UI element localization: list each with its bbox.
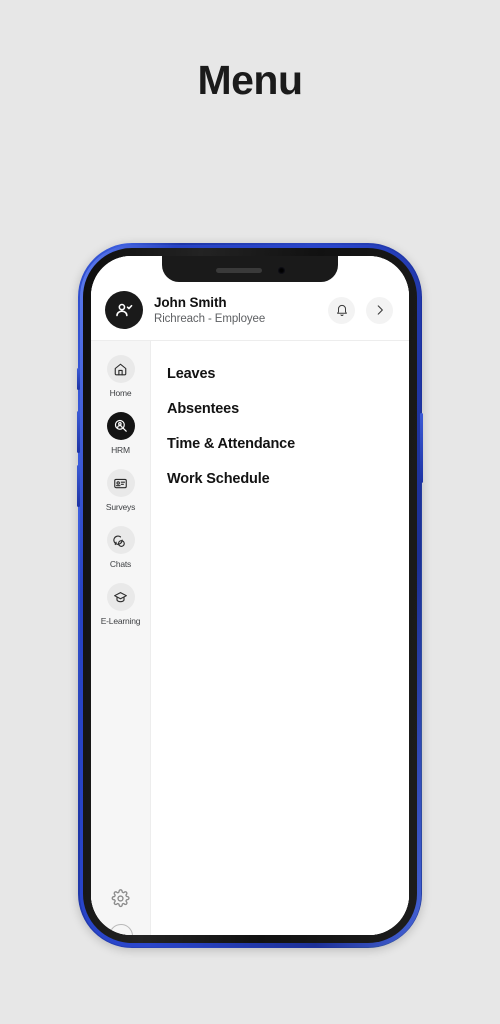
power-button[interactable] [420,413,423,483]
sidebar-label-surveys: Surveys [105,502,136,512]
volume-down-button[interactable] [77,465,80,507]
silent-switch[interactable] [77,368,80,390]
sidebar-footer [91,889,150,935]
sidebar-label-hrm: HRM [111,445,130,455]
home-icon [113,362,128,377]
sidebar-item-chats[interactable]: Chats [91,526,150,569]
sidebar-label-home: Home [109,388,132,398]
front-camera-icon [277,266,285,274]
menu-item-absentees[interactable]: Absentees [167,392,409,427]
phone-mockup: John Smith Richreach - Employee Home HRM… [77,243,423,948]
menu-list: Leaves Absentees Time & Attendance Work … [151,341,409,935]
graduation-cap-icon [113,590,128,605]
phone-screen: John Smith Richreach - Employee Home HRM… [91,256,409,935]
user-name: John Smith [154,294,227,310]
menu-item-time-attendance[interactable]: Time & Attendance [167,427,409,462]
menu-item-leaves[interactable]: Leaves [167,357,409,392]
expand-button[interactable] [366,296,393,324]
user-info: John Smith Richreach - Employee [154,294,317,327]
avatar[interactable] [105,291,143,329]
user-role: Richreach - Employee [154,312,266,325]
home-icon-wrap [106,355,135,383]
hrm-icon-wrap [106,412,135,440]
sidebar-item-elearning[interactable]: E-Learning [91,583,150,626]
sidebar: Home HRM Surveys Chats E-Learning [91,341,151,935]
sidebar-label-chats: Chats [109,559,132,569]
chats-icon-wrap [106,526,135,554]
chevron-right-icon [373,303,387,317]
app-container: John Smith Richreach - Employee Home HRM… [91,256,409,935]
earpiece-speaker-icon [215,267,262,273]
sidebar-item-hrm[interactable]: HRM [91,412,150,455]
elearning-icon-wrap [106,583,135,611]
volume-up-button[interactable] [77,411,80,453]
gear-icon [111,889,130,908]
help-circle-icon[interactable] [108,924,133,935]
user-add-icon [114,300,134,320]
sidebar-label-elearning: E-Learning [100,616,141,626]
survey-card-icon [113,476,128,491]
notch [162,256,338,282]
surveys-icon-wrap [106,469,135,497]
sidebar-item-home[interactable]: Home [91,355,150,398]
chat-bubble-icon [113,533,128,548]
app-body: Home HRM Surveys Chats E-Learning Leaves… [91,341,409,935]
notification-button[interactable] [328,296,355,324]
sidebar-item-surveys[interactable]: Surveys [91,469,150,512]
hrm-search-icon [113,418,129,434]
menu-item-work-schedule[interactable]: Work Schedule [167,462,409,497]
bell-icon [335,303,349,317]
settings-button[interactable] [111,889,130,908]
page-title: Menu [197,57,303,103]
page-root: Menu John Smith Richreach - Employee Hom… [0,0,500,1024]
